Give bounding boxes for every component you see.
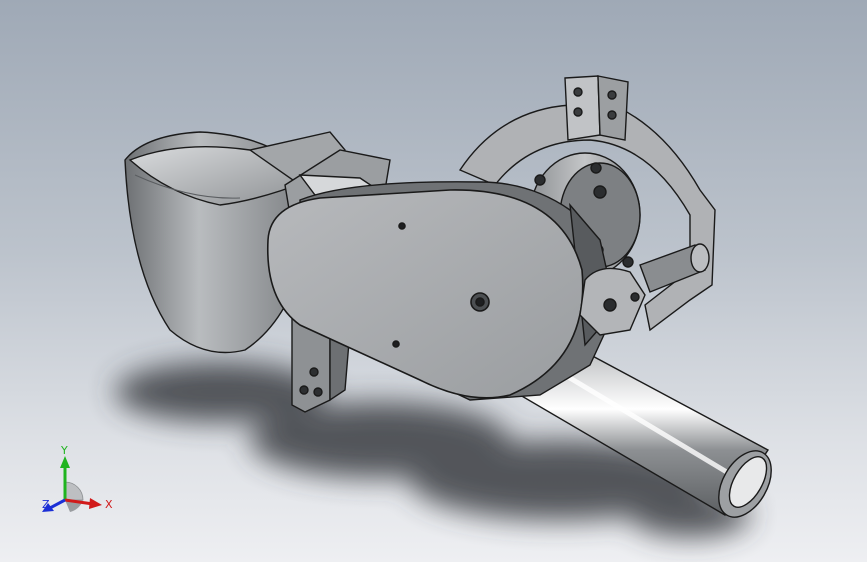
graphics-viewport[interactable]: Y X Z (0, 0, 867, 562)
y-axis-label: Y (60, 444, 68, 457)
triad-sphere (64, 481, 84, 512)
z-axis-label: Z (42, 498, 50, 511)
model-scene[interactable] (0, 0, 867, 562)
z-axis-line (49, 498, 66, 510)
x-axis-label: X (105, 498, 113, 511)
link-plate[interactable] (579, 267, 646, 336)
x-axis-arrow-icon (89, 498, 102, 509)
view-orientation-triad[interactable]: Y X Z (30, 442, 120, 522)
y-axis-arrow-icon (60, 456, 70, 468)
